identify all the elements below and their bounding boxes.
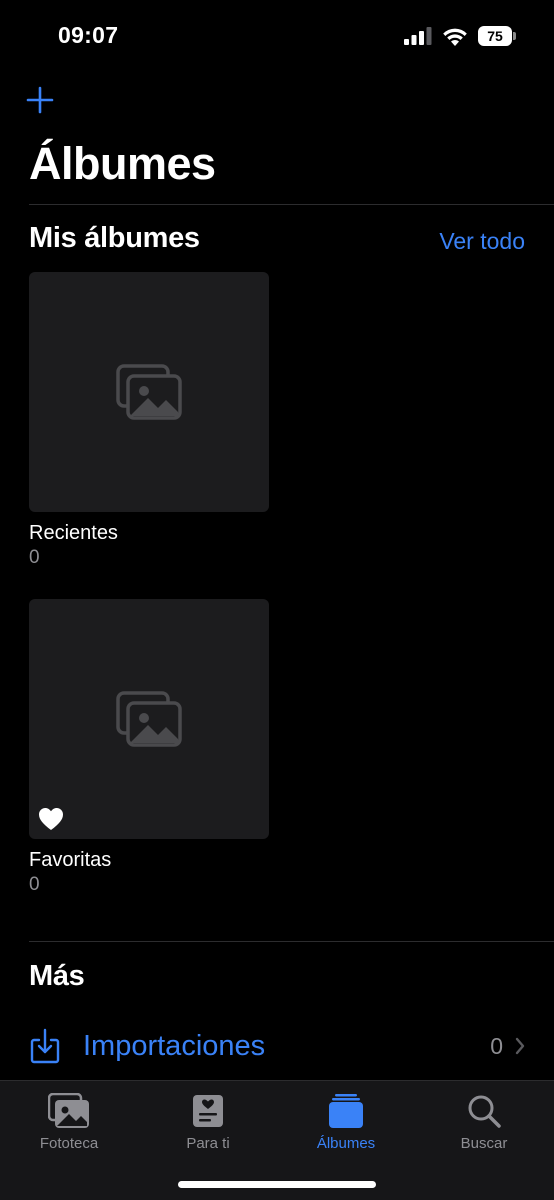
album-name: Favoritas: [29, 849, 112, 871]
title-divider: [29, 204, 554, 205]
status-bar: 09:07 75: [0, 0, 554, 74]
status-indicators: 75: [404, 26, 516, 46]
imports-count: 0: [490, 1032, 503, 1059]
photo-placeholder-icon: [116, 364, 182, 420]
tab-fototeca[interactable]: Fototeca: [9, 1091, 129, 1152]
album-name: Recientes: [29, 522, 118, 544]
album-recientes[interactable]: Recientes 0: [29, 272, 269, 569]
tab-albumes[interactable]: Álbumes: [286, 1091, 406, 1152]
battery-indicator: 75: [478, 26, 516, 46]
heart-icon: [39, 808, 63, 830]
battery-level: 75: [478, 26, 512, 46]
cellular-signal-icon: [404, 27, 432, 45]
albums-icon: [329, 1094, 363, 1128]
more-section-title: Más: [29, 960, 85, 992]
home-indicator[interactable]: [178, 1181, 376, 1188]
tab-label: Para ti: [186, 1135, 230, 1152]
album-count: 0: [29, 547, 40, 568]
album-thumbnail: [29, 599, 269, 839]
album-favoritas[interactable]: Favoritas 0: [29, 599, 269, 896]
chevron-right-icon: [515, 1037, 525, 1055]
album-thumbnail: [29, 272, 269, 512]
my-albums-section-title: Mis álbumes: [29, 222, 200, 254]
import-icon: [30, 1028, 60, 1064]
imports-label: Importaciones: [83, 1029, 266, 1062]
imports-row[interactable]: Importaciones 0: [29, 1022, 525, 1070]
album-count: 0: [29, 874, 40, 895]
wifi-icon: [443, 28, 467, 46]
photo-placeholder-icon: [116, 691, 182, 747]
tab-para-ti[interactable]: Para ti: [148, 1091, 268, 1152]
section-divider: [29, 941, 554, 942]
plus-icon: [26, 86, 54, 114]
tab-label: Buscar: [460, 1135, 508, 1152]
tab-buscar[interactable]: Buscar: [424, 1091, 544, 1152]
status-time: 09:07: [58, 22, 119, 48]
for-you-icon: [193, 1095, 223, 1127]
battery-cap: [513, 32, 516, 40]
tab-label: Fototeca: [39, 1135, 99, 1152]
add-album-button[interactable]: [24, 84, 56, 116]
page-title: Álbumes: [29, 138, 216, 189]
tab-label: Álbumes: [316, 1135, 376, 1152]
see-all-link[interactable]: Ver todo: [439, 228, 525, 255]
photo-library-icon: [48, 1093, 89, 1128]
search-icon: [468, 1095, 501, 1128]
